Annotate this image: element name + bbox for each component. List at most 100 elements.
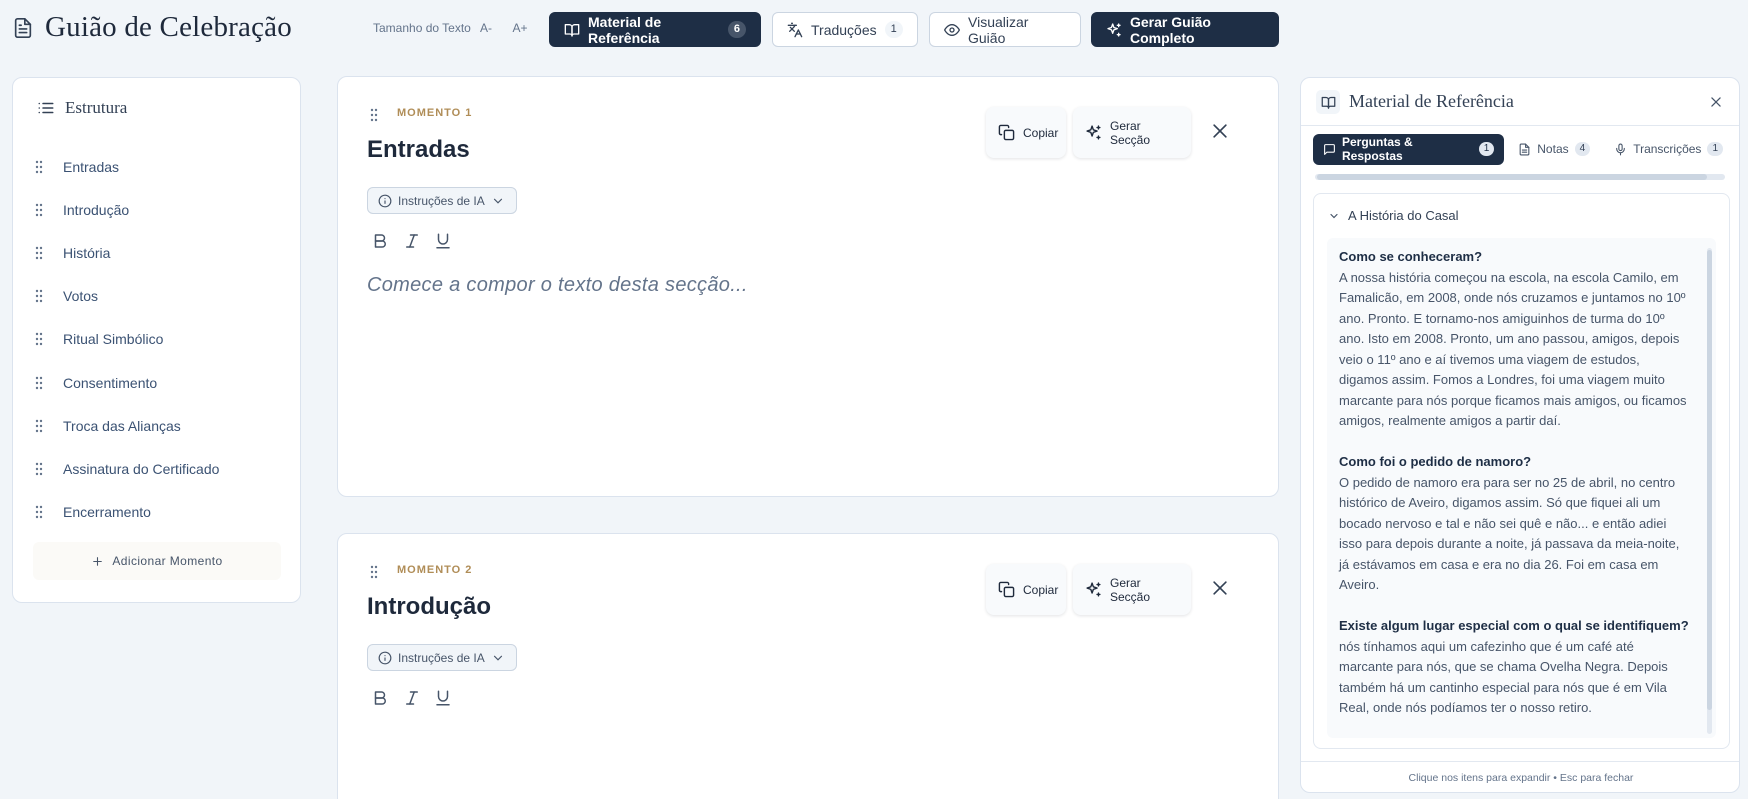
generate-section-button[interactable]: Gerar Secção [1073, 107, 1191, 158]
sidebar-item-ritual-simbolico[interactable]: Ritual Simbólico [35, 325, 285, 353]
panel-tabs: Perguntas & Respostas 1 Notas 4 Transcri… [1313, 133, 1733, 165]
drag-handle-icon[interactable] [35, 246, 43, 260]
drag-handle-icon[interactable] [35, 289, 43, 303]
info-icon [378, 194, 392, 208]
preview-script-button[interactable]: Visualizar Guião [929, 12, 1081, 47]
translations-button[interactable]: Traduções 1 [772, 12, 918, 47]
tab-count-badge: 1 [1478, 142, 1495, 156]
drag-handle-icon[interactable] [370, 565, 378, 579]
close-icon[interactable] [1210, 578, 1230, 598]
message-icon [1323, 143, 1336, 156]
add-moment-button[interactable]: Adicionar Momento [33, 542, 281, 580]
drag-handle-icon[interactable] [35, 160, 43, 174]
mic-icon [1614, 143, 1627, 156]
ai-instructions-label: Instruções de IA [398, 650, 485, 665]
ai-instructions-toggle[interactable]: Instruções de IA [367, 187, 517, 214]
sidebar-item-label: Consentimento [63, 375, 158, 391]
plus-icon [91, 555, 104, 568]
generate-section-label: Gerar Secção [1110, 575, 1151, 604]
reference-material-label: Material de Referência [588, 13, 662, 46]
tabs-scrollbar[interactable] [1315, 174, 1725, 180]
close-icon[interactable] [1709, 95, 1723, 109]
reference-material-panel: Material de Referência Perguntas & Respo… [1300, 77, 1740, 793]
copy-button[interactable]: Copiar [986, 564, 1066, 615]
increase-text-size-button[interactable]: A+ [508, 18, 532, 38]
bold-icon[interactable] [371, 232, 389, 250]
moment-title[interactable]: Introdução [367, 593, 491, 621]
qa-question: Existe algum lugar especial com o qual s… [1339, 618, 1689, 633]
translations-label: Traduções [811, 21, 877, 38]
sidebar-item-label: Introdução [63, 202, 130, 218]
section-toggle[interactable]: A História do Casal [1328, 208, 1459, 223]
underline-icon[interactable] [434, 232, 452, 250]
chevron-down-icon [491, 651, 505, 665]
drag-handle-icon[interactable] [35, 203, 43, 217]
info-icon [378, 651, 392, 665]
sidebar-item-votos[interactable]: Votos [35, 282, 285, 310]
chevron-down-icon [1328, 210, 1340, 222]
eye-icon [944, 22, 960, 38]
reference-count-badge: 6 [727, 21, 746, 38]
moment-title[interactable]: Entradas [367, 136, 470, 164]
translate-icon [787, 22, 803, 38]
text-size-label: Tamanho do Texto [373, 21, 471, 35]
section-text-editor[interactable]: Comece a compor o texto desta secção... [367, 274, 748, 297]
sidebar-item-consentimento[interactable]: Consentimento [35, 369, 285, 397]
bold-icon[interactable] [371, 689, 389, 707]
ai-instructions-toggle[interactable]: Instruções de IA [367, 644, 517, 671]
sidebar-item-historia[interactable]: História [35, 239, 285, 267]
drag-handle-icon[interactable] [35, 419, 43, 433]
sidebar-item-introducao[interactable]: Introdução [35, 196, 285, 224]
drag-handle-icon[interactable] [370, 108, 378, 122]
sparkles-icon [1085, 124, 1102, 141]
generate-section-button[interactable]: Gerar Secção [1073, 564, 1191, 615]
couple-story-section: A História do Casal Como se conheceram? … [1313, 193, 1730, 749]
tab-label: Transcrições [1633, 142, 1702, 156]
tab-notes[interactable]: Notas 4 [1508, 134, 1600, 165]
tab-label: Notas [1537, 142, 1569, 156]
generate-section-label: Gerar Secção [1110, 118, 1151, 147]
sidebar-item-troca-das-aliancas[interactable]: Troca das Alianças [35, 412, 285, 440]
moment-number-label: MOMENTO 1 [397, 107, 473, 119]
qa-content: Como se conheceram? A nossa história com… [1327, 238, 1716, 738]
italic-icon[interactable] [403, 689, 421, 707]
sidebar-item-assinatura-do-certificado[interactable]: Assinatura do Certificado [35, 455, 285, 483]
qa-scrollbar[interactable] [1707, 248, 1712, 734]
sidebar-item-label: Assinatura do Certificado [63, 461, 220, 477]
sidebar-header: Estrutura [37, 98, 127, 118]
copy-label: Copiar [1023, 582, 1059, 597]
sidebar-item-label: Votos [63, 288, 99, 304]
copy-icon [998, 124, 1015, 141]
reference-material-button[interactable]: Material de Referência 6 [549, 12, 761, 47]
translations-count-badge: 1 [884, 21, 903, 38]
panel-title: Material de Referência [1349, 91, 1514, 111]
tab-questions-answers[interactable]: Perguntas & Respostas 1 [1313, 133, 1505, 165]
add-moment-label: Adicionar Momento [112, 554, 223, 568]
decrease-text-size-button[interactable]: A- [474, 18, 498, 38]
sidebar-item-label: Troca das Alianças [63, 418, 181, 434]
app-title: Guião de Celebração [45, 11, 292, 43]
underline-icon[interactable] [434, 689, 452, 707]
italic-icon[interactable] [403, 232, 421, 250]
drag-handle-icon[interactable] [35, 332, 43, 346]
drag-handle-icon[interactable] [35, 376, 43, 390]
sidebar-title: Estrutura [65, 98, 128, 117]
book-icon [1316, 90, 1340, 114]
sidebar-item-label: Entradas [63, 159, 120, 175]
panel-header: Material de Referência [1301, 78, 1739, 126]
ai-instructions-label: Instruções de IA [398, 193, 485, 208]
copy-icon [998, 581, 1015, 598]
drag-handle-icon[interactable] [35, 462, 43, 476]
sidebar-item-encerramento[interactable]: Encerramento [35, 498, 285, 526]
qa-answer: A nossa história começou na escola, na e… [1339, 269, 1687, 429]
qa-question: Como se conheceram? [1339, 249, 1483, 264]
moment-number-label: MOMENTO 2 [397, 564, 473, 576]
sidebar-item-entradas[interactable]: Entradas [35, 153, 285, 181]
drag-handle-icon[interactable] [35, 505, 43, 519]
qa-question: Como foi o pedido de namoro? [1339, 454, 1532, 469]
generate-full-script-button[interactable]: Gerar Guião Completo [1091, 12, 1279, 47]
copy-button[interactable]: Copiar [986, 107, 1066, 158]
document-icon [12, 16, 34, 40]
close-icon[interactable] [1210, 121, 1230, 141]
tab-transcriptions[interactable]: Transcrições 1 [1604, 134, 1733, 165]
